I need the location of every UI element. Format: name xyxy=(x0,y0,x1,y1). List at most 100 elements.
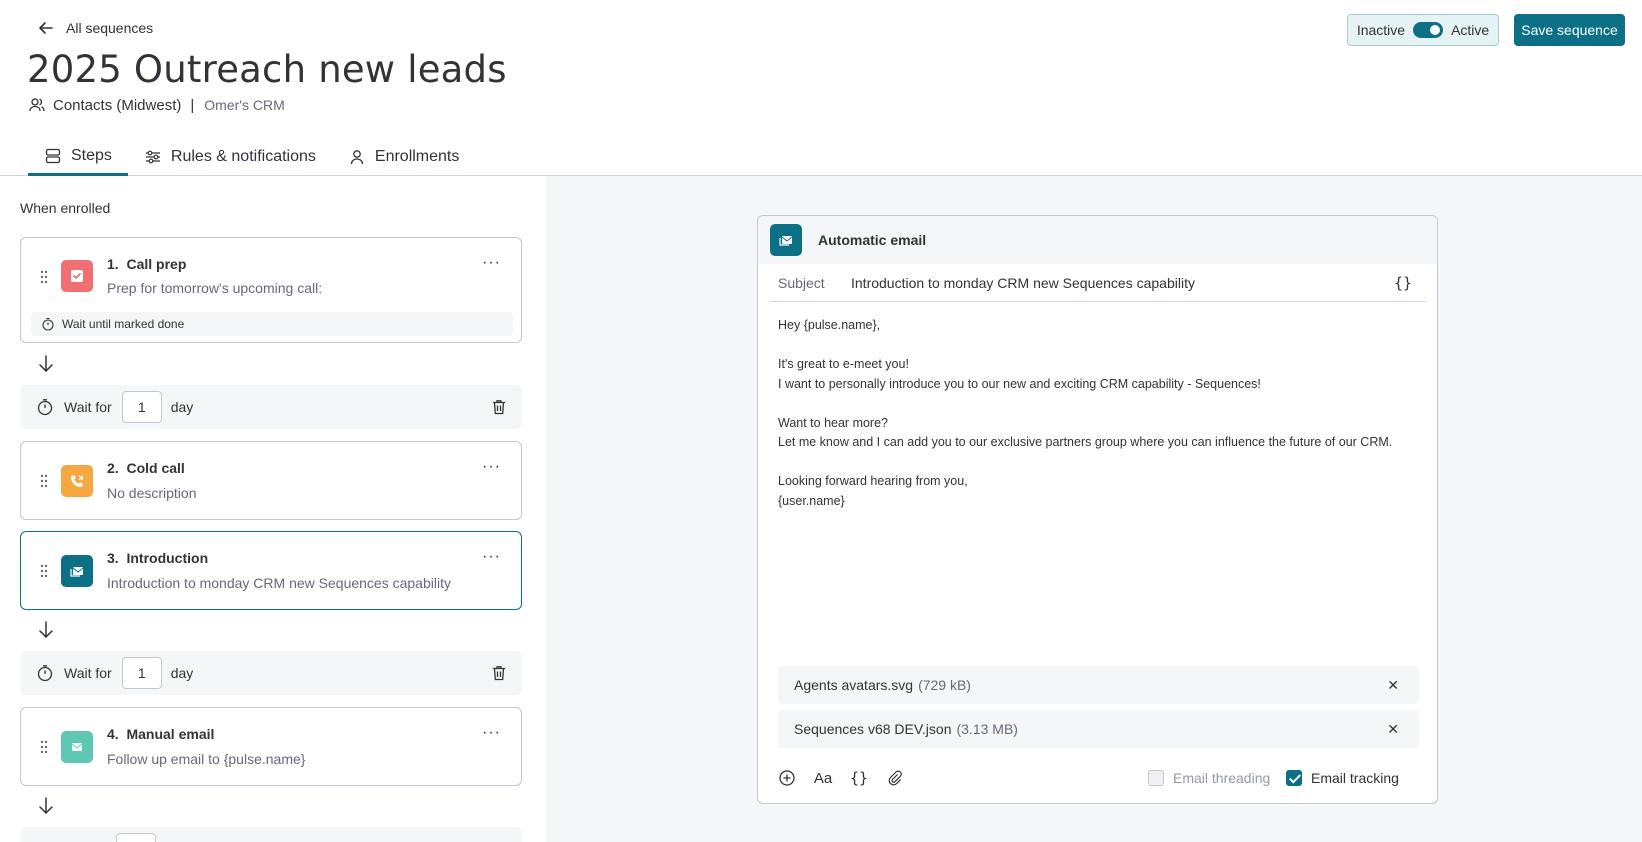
wait-until-done-note: Wait until marked done xyxy=(31,312,513,336)
checkbox-icon xyxy=(71,270,83,282)
when-enrolled-label: When enrolled xyxy=(20,200,111,216)
trash-icon[interactable] xyxy=(490,664,508,682)
wait-step: Wait for 1 day xyxy=(20,385,522,429)
auto-email-icon xyxy=(779,236,793,246)
more-options-icon[interactable]: ··· xyxy=(482,458,501,476)
attachment-item[interactable]: Sequences v68 DEV.json (3.13 MB) ✕ xyxy=(778,710,1419,748)
subject-row: Subject Introduction to monday CRM new S… xyxy=(770,264,1426,302)
wait-days-input[interactable]: 1 xyxy=(121,657,162,689)
drag-handle-icon[interactable] xyxy=(39,739,49,755)
step-type-badge xyxy=(770,224,802,256)
arrow-left-icon xyxy=(39,22,53,34)
wait-unit: day xyxy=(170,399,194,415)
tab-steps[interactable]: Steps xyxy=(28,140,128,176)
stopwatch-icon xyxy=(37,665,53,682)
active-label: Active xyxy=(1451,22,1490,38)
email-tracking-label: Email tracking xyxy=(1311,770,1399,786)
contacts-label[interactable]: Contacts (Midwest) xyxy=(53,97,181,114)
email-threading-checkbox[interactable]: Email threading xyxy=(1148,770,1270,786)
step-description: Introduction to monday CRM new Sequences… xyxy=(107,575,451,591)
attachment-size: (729 kB) xyxy=(918,677,971,693)
email-icon xyxy=(71,743,83,751)
add-circle-icon[interactable] xyxy=(778,769,796,787)
more-options-icon[interactable]: ··· xyxy=(482,254,501,272)
checkbox-icon xyxy=(1148,770,1164,786)
attachment-size: (3.13 MB) xyxy=(956,721,1018,737)
step-type-badge xyxy=(61,465,93,497)
step-description: Prep for tomorrow's upcoming call: xyxy=(107,280,323,296)
editor-header: Automatic email xyxy=(758,216,1437,264)
subject-label: Subject xyxy=(778,274,825,291)
stopwatch-icon xyxy=(42,317,54,331)
step-type-badge xyxy=(61,731,93,763)
font-format-icon[interactable]: Aa xyxy=(814,769,832,787)
more-options-icon[interactable]: ··· xyxy=(482,548,501,566)
drag-handle-icon[interactable] xyxy=(39,269,49,285)
email-tracking-checkbox[interactable]: Email tracking xyxy=(1286,770,1399,786)
trash-icon[interactable] xyxy=(490,398,508,416)
email-threading-label: Email threading xyxy=(1173,770,1271,786)
more-options-icon[interactable]: ··· xyxy=(482,724,501,742)
page-title: 2025 Outreach new leads xyxy=(27,48,507,91)
back-link-label: All sequences xyxy=(66,20,154,36)
wait-days-input[interactable]: 1 xyxy=(121,391,162,423)
contacts-icon xyxy=(29,98,45,112)
editor-toolbar: Aa {} Email threading Email tracking xyxy=(778,766,1419,790)
attachment-name: Agents avatars.svg xyxy=(794,677,914,693)
crm-label[interactable]: Omer's CRM xyxy=(204,97,284,113)
remove-attachment-icon[interactable]: ✕ xyxy=(1387,677,1399,694)
drag-handle-icon[interactable] xyxy=(39,563,49,579)
phone-icon xyxy=(71,475,84,487)
board-info: Contacts (Midwest) | Omer's CRM xyxy=(28,96,285,114)
step-card-introduction[interactable]: 3. Introduction Introduction to monday C… xyxy=(20,531,522,610)
separator: | xyxy=(190,96,195,114)
attachment-item[interactable]: Agents avatars.svg (729 kB) ✕ xyxy=(778,666,1419,704)
tab-enrollments-label: Enrollments xyxy=(374,148,460,165)
arrow-down-icon xyxy=(39,621,53,639)
page-header: All sequences 2025 Outreach new leads Co… xyxy=(0,0,1642,176)
arrow-down-icon xyxy=(39,355,53,373)
editor-panel: Automatic email Subject Introduction to … xyxy=(546,176,1642,842)
step-card-cold-call[interactable]: 2. Cold call No description ··· xyxy=(20,441,522,520)
wait-prefix: Wait for xyxy=(64,665,112,681)
wait-prefix: Wait for xyxy=(64,399,112,415)
tab-rules[interactable]: Rules & notifications xyxy=(128,140,332,174)
steps-panel: When enrolled 1. Call prep Prep for tomo… xyxy=(0,176,546,842)
save-sequence-button[interactable]: Save sequence xyxy=(1514,14,1625,46)
tab-enrollments[interactable]: Enrollments xyxy=(332,140,475,174)
step-title: 1. Call prep xyxy=(107,256,187,272)
drag-handle-icon[interactable] xyxy=(39,473,49,489)
step-title: 3. Introduction xyxy=(107,550,209,566)
step-type-badge xyxy=(61,555,93,587)
variables-icon[interactable]: {} xyxy=(850,769,868,787)
tabs: Steps Rules & notifications Enrollments xyxy=(28,140,475,176)
toggle-switch[interactable] xyxy=(1413,22,1444,38)
step-description: Follow up email to {pulse.name} xyxy=(107,751,306,767)
step-card-manual-email[interactable]: 4. Manual email Follow up email to {puls… xyxy=(20,707,522,786)
tab-steps-label: Steps xyxy=(71,146,112,164)
wait-note-label: Wait until marked done xyxy=(62,317,185,331)
email-editor: Automatic email Subject Introduction to … xyxy=(757,215,1438,804)
arrow-down-icon xyxy=(39,797,53,815)
step-card-call-prep[interactable]: 1. Call prep Prep for tomorrow's upcomin… xyxy=(20,237,522,343)
sliders-icon xyxy=(145,150,160,164)
inactive-label: Inactive xyxy=(1356,22,1406,38)
step-title: 2. Cold call xyxy=(107,460,185,476)
active-toggle[interactable]: Inactive Active xyxy=(1347,14,1499,46)
wait-days-input[interactable] xyxy=(116,833,156,842)
back-link[interactable]: All sequences xyxy=(36,18,153,38)
step-description: No description xyxy=(107,485,197,501)
email-body[interactable]: Hey {pulse.name}, It's great to e-meet y… xyxy=(778,316,1392,511)
subject-input[interactable]: Introduction to monday CRM new Sequences… xyxy=(851,275,1195,291)
auto-email-icon xyxy=(70,567,84,577)
step-title: 4. Manual email xyxy=(107,726,215,742)
attachment-name: Sequences v68 DEV.json xyxy=(794,721,952,737)
tab-rules-label: Rules & notifications xyxy=(170,148,316,165)
variables-button[interactable]: {} xyxy=(1394,274,1412,292)
editor-title: Automatic email xyxy=(818,232,927,248)
steps-icon xyxy=(45,148,61,163)
remove-attachment-icon[interactable]: ✕ xyxy=(1387,721,1399,738)
step-type-badge xyxy=(61,260,93,292)
wait-step-partial xyxy=(20,827,522,842)
paperclip-icon[interactable] xyxy=(886,769,904,787)
